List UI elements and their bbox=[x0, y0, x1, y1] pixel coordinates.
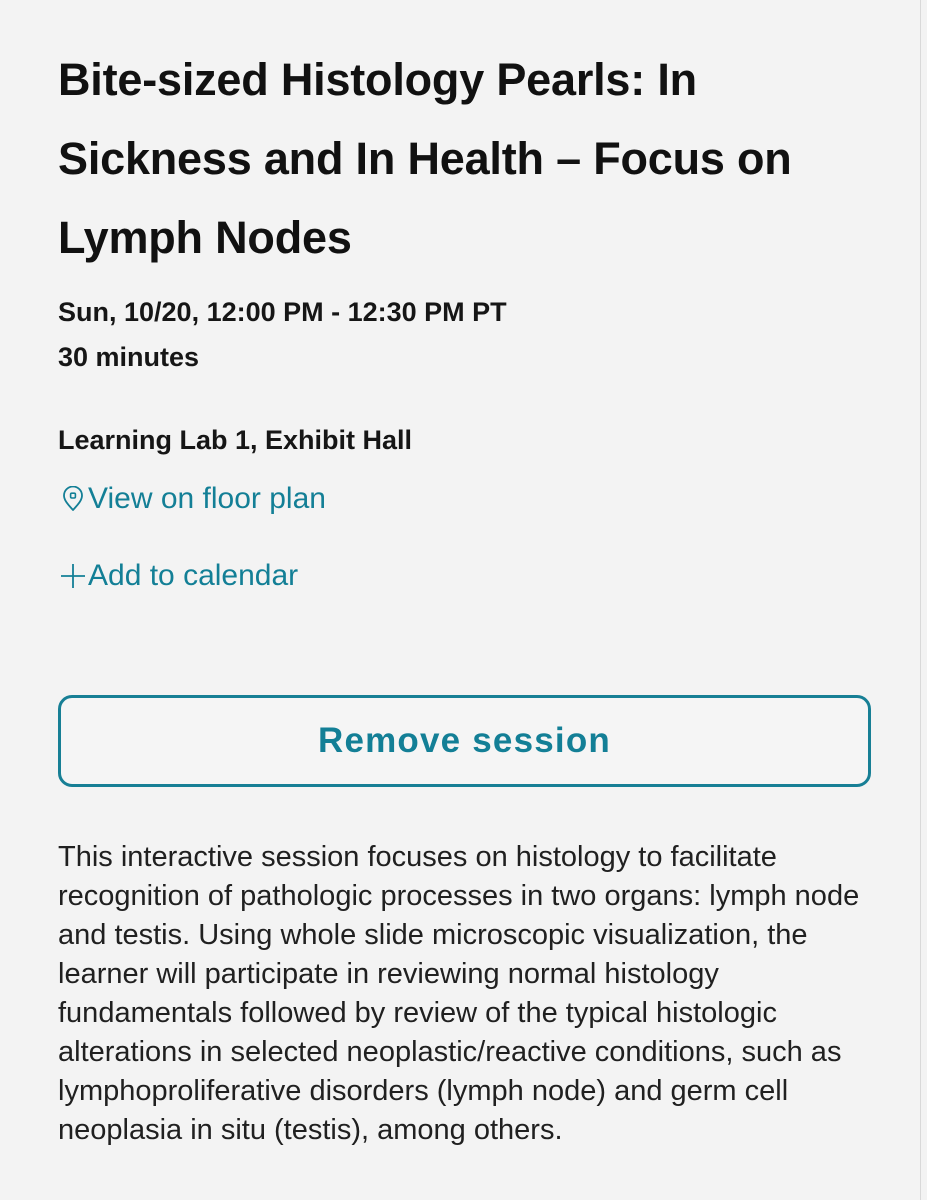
session-location: Learning Lab 1, Exhibit Hall bbox=[58, 425, 413, 455]
scrollbar-track bbox=[920, 0, 921, 1200]
view-floor-plan-link[interactable]: View on floor plan bbox=[58, 477, 871, 521]
view-floor-plan-label: View on floor plan bbox=[88, 482, 326, 515]
location-pin-icon bbox=[58, 477, 88, 521]
session-duration: 30 minutes bbox=[58, 342, 200, 372]
session-detail-page: Bite-sized Histology Pearls: In Sickness… bbox=[0, 0, 927, 1200]
session-description: This interactive session focuses on hist… bbox=[58, 841, 860, 1146]
plus-icon bbox=[58, 554, 88, 598]
add-to-calendar-link[interactable]: Add to calendar bbox=[58, 554, 871, 598]
session-title: Bite-sized Histology Pearls: In Sickness… bbox=[58, 54, 792, 263]
session-datetime: Sun, 10/20, 12:00 PM - 12:30 PM PT bbox=[58, 297, 507, 327]
add-to-calendar-label: Add to calendar bbox=[88, 559, 299, 592]
remove-session-button[interactable]: Remove session bbox=[58, 695, 871, 787]
